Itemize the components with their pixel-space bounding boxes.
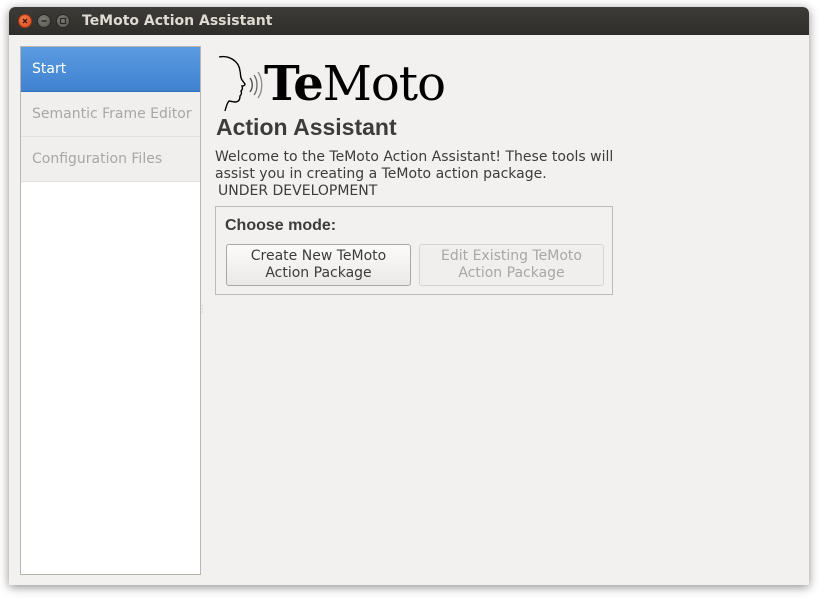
- welcome-text: Welcome to the TeMoto Action Assistant! …: [215, 149, 614, 182]
- close-button[interactable]: [18, 14, 32, 28]
- logo-wordmark: TeMoto: [264, 56, 446, 112]
- sidebar-item-configuration-files[interactable]: Configuration Files: [21, 137, 200, 182]
- page-title: Action Assistant: [216, 114, 397, 140]
- sidebar-item-start[interactable]: Start: [21, 47, 200, 92]
- minimize-button[interactable]: [37, 14, 51, 28]
- development-note: UNDER DEVELOPMENT: [218, 183, 378, 199]
- splitter-handle[interactable]: · · ·: [201, 303, 204, 317]
- edit-existing-package-button[interactable]: Edit Existing TeMoto Action Package: [419, 244, 604, 286]
- temoto-logo: TeMoto: [213, 53, 453, 115]
- choose-mode-group: Choose mode: Create New TeMoto Action Pa…: [215, 206, 613, 295]
- head-speaking-icon: [218, 55, 263, 112]
- edit-button-line2: Action Package: [458, 265, 565, 281]
- create-new-package-button[interactable]: Create New TeMoto Action Package: [226, 244, 411, 286]
- window-title: TeMoto Action Assistant: [82, 13, 273, 29]
- sidebar-item-semantic-frame-editor[interactable]: Semantic Frame Editor: [21, 92, 200, 137]
- create-button-line2: Action Package: [265, 265, 372, 281]
- close-icon: [22, 18, 28, 24]
- edit-button-line1: Edit Existing TeMoto: [441, 248, 582, 264]
- title-bar[interactable]: TeMoto Action Assistant: [9, 7, 809, 35]
- navigation-sidebar: Start Semantic Frame Editor Configuratio…: [20, 46, 201, 575]
- maximize-button[interactable]: [56, 14, 70, 28]
- app-window: TeMoto Action Assistant Start Semantic F…: [9, 7, 809, 585]
- minimize-icon: [41, 20, 47, 22]
- maximize-icon: [59, 17, 67, 25]
- create-button-line1: Create New TeMoto: [250, 248, 387, 264]
- choose-mode-label: Choose mode:: [225, 217, 337, 234]
